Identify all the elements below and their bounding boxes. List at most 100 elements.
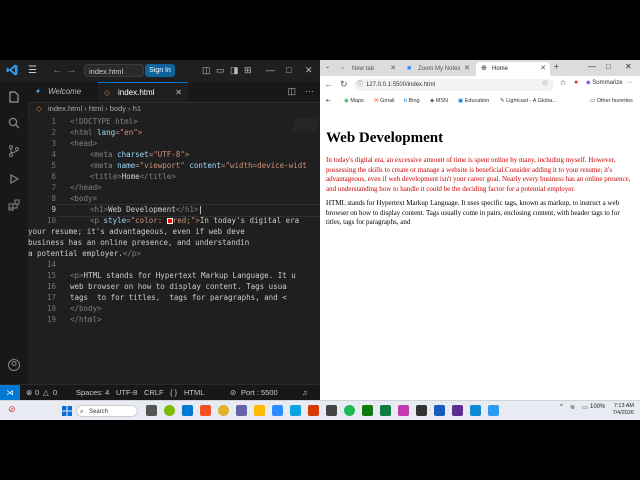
system-clock[interactable]: 7:13 AM 7/4/2026	[604, 403, 634, 417]
windows-start-icon[interactable]	[62, 406, 72, 416]
account-icon[interactable]	[7, 358, 21, 372]
status-bar: ⋊ ⊗ 0 △ 0 Spaces: 4 UTF-8 CRLF { } HTML …	[0, 384, 320, 401]
live-server-port[interactable]: Port : 5500	[241, 385, 278, 400]
tab-label: New tab	[352, 66, 375, 72]
close-tab-icon[interactable]: ✕	[175, 83, 182, 103]
favorite-bing[interactable]: b Bing	[404, 94, 420, 108]
office-icon[interactable]	[308, 405, 319, 416]
maximize-icon[interactable]: □	[286, 65, 291, 75]
spotify-icon[interactable]	[344, 405, 355, 416]
minimize-icon[interactable]: —	[588, 62, 596, 71]
line-number: 10	[46, 216, 56, 225]
other-favorites[interactable]: ▭ Other favorites	[590, 94, 633, 108]
extensions-icon[interactable]	[7, 198, 21, 212]
close-tab-icon[interactable]: ✕	[464, 62, 470, 76]
onenote-icon[interactable]	[452, 405, 463, 416]
profile-icon[interactable]: ●	[574, 79, 578, 86]
app-icon[interactable]	[470, 405, 481, 416]
command-search-input[interactable]: index.html	[84, 64, 144, 77]
encoding-status[interactable]: UTF-8	[116, 385, 137, 400]
tab-index-html[interactable]: ◇ index.html ✕	[98, 82, 188, 102]
indentation-status[interactable]: Spaces: 4	[76, 385, 109, 400]
notifications-bell-icon[interactable]: ♫	[302, 385, 308, 400]
vscode-window: ☰ ← → index.html Sign In ◫ ▭ ◨ ⊞ — □ ✕ ✦	[0, 60, 320, 401]
forward-arrow-icon[interactable]: →	[66, 64, 77, 76]
vscode-taskbar-icon[interactable]	[488, 405, 499, 416]
app-icon[interactable]	[326, 405, 337, 416]
zoom-app-icon[interactable]	[272, 405, 283, 416]
favorite-education[interactable]: ▣ Education	[458, 94, 489, 108]
explorer-icon[interactable]	[7, 90, 21, 104]
summarize-button[interactable]: ◆ Summarize	[586, 79, 623, 86]
error-count[interactable]: 0	[35, 385, 39, 400]
favorite-star-icon[interactable]: ☆	[542, 79, 548, 87]
language-status[interactable]: HTML	[184, 385, 204, 400]
run-debug-icon[interactable]	[7, 172, 21, 186]
tray-chevron-icon[interactable]: ^	[560, 404, 563, 410]
warning-count[interactable]: 0	[53, 385, 57, 400]
favorite-msn[interactable]: ◈ MSN	[430, 94, 448, 108]
breadcrumb-h1[interactable]: h1	[133, 104, 141, 113]
maximize-icon[interactable]: □	[606, 62, 611, 71]
more-options-icon[interactable]: ···	[626, 79, 633, 86]
spreadsheet-icon[interactable]	[380, 405, 391, 416]
tab-actions-icon[interactable]: ⌄	[325, 63, 330, 70]
browser-tab-new-tab[interactable]: ▫ New tab ✕	[336, 62, 400, 76]
layout-sidebar-icon[interactable]: ◫	[202, 65, 211, 76]
app-icon[interactable]	[398, 405, 409, 416]
task-view-icon[interactable]	[146, 405, 157, 416]
breadcrumb-file[interactable]: index.html	[48, 104, 82, 113]
tab-welcome[interactable]: ✦ Welcome	[28, 82, 98, 102]
app-icon[interactable]	[416, 405, 427, 416]
close-tab-icon[interactable]: ✕	[390, 62, 396, 76]
excel-icon[interactable]	[362, 405, 373, 416]
breadcrumb-html[interactable]: html	[89, 104, 103, 113]
close-tab-icon[interactable]: ✕	[540, 62, 546, 76]
layout-panel-icon[interactable]: ▭	[216, 65, 225, 76]
refresh-icon[interactable]: ↻	[340, 79, 348, 90]
layout-secondary-icon[interactable]: ◨	[230, 65, 239, 76]
warning-icon[interactable]: △	[43, 385, 49, 400]
split-editor-icon[interactable]: ◫	[287, 86, 296, 97]
taskbar-search-input[interactable]: ⌕ Search	[76, 405, 138, 417]
edge-icon[interactable]	[290, 405, 301, 416]
favorite-gmail[interactable]: ✉ Gmail	[374, 94, 395, 108]
wifi-icon[interactable]: ≋	[570, 404, 575, 411]
app-icon[interactable]	[236, 405, 247, 416]
minimap[interactable]	[293, 118, 317, 132]
sign-in-button[interactable]: Sign In	[145, 64, 175, 77]
close-icon[interactable]: ✕	[625, 62, 632, 71]
close-icon[interactable]: ✕	[305, 65, 313, 76]
menu-icon[interactable]: ☰	[28, 65, 37, 76]
store-icon[interactable]	[200, 405, 211, 416]
import-favorites-icon[interactable]: ⇤	[326, 94, 331, 108]
more-actions-icon[interactable]: ···	[305, 86, 314, 96]
favorite-maps[interactable]: ◉ Maps	[344, 94, 364, 108]
browser-tab-home[interactable]: ⊕ Home ✕	[476, 62, 550, 76]
widgets-icon[interactable]	[164, 405, 175, 416]
browser-tab-zoom-notes[interactable]: ■ Zoom My Notes ✕	[402, 62, 474, 76]
breadcrumb-body[interactable]: body	[110, 104, 126, 113]
eol-status[interactable]: CRLF	[144, 385, 164, 400]
tab-label: index.html	[118, 88, 155, 97]
teams-icon[interactable]	[182, 405, 193, 416]
url-input[interactable]: ⓘ 127.0.0.1:5500/index.html	[354, 79, 554, 91]
layout-customize-icon[interactable]: ⊞	[244, 65, 252, 76]
favorite-lightcast[interactable]: ✎ Lightcast - A Globa...	[500, 94, 557, 108]
notification-icon[interactable]: ⊘	[8, 404, 16, 415]
remote-indicator-icon[interactable]: ⋊	[0, 385, 20, 400]
source-control-icon[interactable]	[7, 144, 21, 158]
word-icon[interactable]	[434, 405, 445, 416]
error-icon[interactable]: ⊗	[26, 385, 32, 400]
battery-icon[interactable]: ▭	[582, 404, 588, 411]
code-editor[interactable]: 1 2 3 4 5 6 7 8 9 10 14 15 16 17 18 19 <…	[28, 116, 320, 384]
favorites-icon[interactable]: ✩	[560, 79, 566, 87]
info-icon[interactable]: ⓘ	[357, 79, 363, 91]
minimize-icon[interactable]: —	[266, 65, 275, 75]
back-arrow-icon[interactable]: ←	[52, 64, 63, 76]
new-tab-plus-icon[interactable]: +	[554, 62, 559, 71]
file-explorer-icon[interactable]	[254, 405, 265, 416]
search-icon[interactable]	[7, 116, 21, 130]
back-arrow-icon[interactable]: ←	[324, 79, 333, 89]
chrome-icon[interactable]	[218, 405, 229, 416]
